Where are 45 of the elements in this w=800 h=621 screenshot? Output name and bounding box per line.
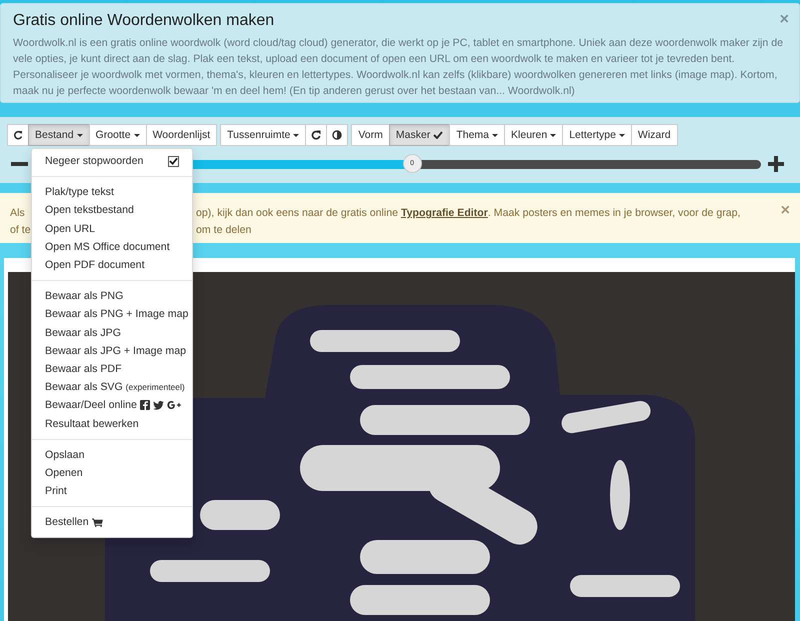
- cart-icon[interactable]: [92, 518, 103, 527]
- alert-text: op), kijk dan ook eens naar de gratis online Typografie Editor. Maak posters en memes in je browser, voor de grap, om te delen: [196, 206, 742, 238]
- facebook-icon[interactable]: [140, 400, 150, 410]
- toolbar-button[interactable]: Woordenlijst: [146, 124, 218, 146]
- intro-text: Woordwolk.nl is een gratis online woordwolk (word cloud/tag cloud) generator, die werkt op je PC, tablet en smartphone. Uniek aan deze woordenwolk maker zijn de vele opties, je kunt direct aan de slag. Plak een tekst, upload een document of open een URL om een woordwolk te maken en varieer tot je tevreden bent. Personaliseer je woordwolk met vormen, thema's, kleuren en lettertypes. Woordwolk.nl kan zelfs (klikbare) woordwolken genereren met links (image map). Kortom, maak nu je perfecte woordenwolk bewaar 'm en deel hem! (En tip anderen gerust over het bestaan van... Woordwolk.nl): [13, 36, 784, 99]
- page-title: Gratis online Woordenwolken maken: [13, 12, 274, 30]
- rotate-button[interactable]: [305, 124, 328, 146]
- contrast-icon: [332, 130, 342, 140]
- toolbar-button[interactable]: Thema: [449, 124, 506, 146]
- toolbar-button[interactable]: Grootte: [88, 124, 147, 146]
- menu-item[interactable]: Resultaat bewerken: [32, 414, 192, 433]
- menu-item[interactable]: Plak/type tekst: [32, 183, 192, 202]
- toolbar-button[interactable]: Bestand: [28, 124, 90, 146]
- toolbar-button[interactable]: Vorm: [351, 124, 390, 146]
- rotate-icon: [311, 130, 322, 140]
- toolbar-button[interactable]: Tussenruimte: [220, 124, 306, 146]
- menu-item[interactable]: Bewaar als JPG + Image map: [32, 342, 192, 360]
- check-icon: [433, 131, 444, 139]
- menu-item[interactable]: Bewaar als PDF: [32, 360, 192, 378]
- menu-item[interactable]: Openen: [32, 464, 192, 482]
- menu-item[interactable]: Bewaar/Deel online: [32, 396, 192, 414]
- menu-item[interactable]: Bestellen: [32, 513, 192, 532]
- toolbar-button[interactable]: Masker: [388, 124, 450, 146]
- plus-icon[interactable]: [768, 156, 784, 172]
- menu-item[interactable]: Bewaar als PNG: [32, 287, 192, 306]
- alert-text: of te: [10, 223, 31, 238]
- menu-item[interactable]: Bewaar als SVG (experimenteel): [32, 378, 192, 396]
- menu-item[interactable]: Open tekstbestand: [32, 201, 192, 220]
- menu-item[interactable]: Opslaan: [32, 446, 192, 464]
- menu-item[interactable]: Open URL: [32, 220, 192, 238]
- contrast-button[interactable]: [326, 124, 348, 146]
- bird-icon[interactable]: [152, 400, 164, 410]
- toolbar-button[interactable]: Kleuren: [504, 124, 564, 146]
- refresh-icon: [13, 130, 23, 140]
- menu-item[interactable]: Open PDF document: [32, 256, 192, 274]
- checkbox[interactable]: [168, 156, 179, 167]
- alert-text: Als: [10, 206, 25, 221]
- menu-item[interactable]: Open MS Office document: [32, 238, 192, 256]
- refresh-button[interactable]: [7, 124, 29, 146]
- menu-item[interactable]: Bewaar als PNG + Image map: [32, 305, 192, 324]
- menu-item[interactable]: Bewaar als JPG: [32, 324, 192, 342]
- toolbar-button[interactable]: Wizard: [630, 124, 678, 146]
- google-plus-icon[interactable]: [166, 400, 182, 410]
- menu-item[interactable]: Print: [32, 482, 192, 500]
- toolbar-button[interactable]: Lettertype: [562, 124, 632, 146]
